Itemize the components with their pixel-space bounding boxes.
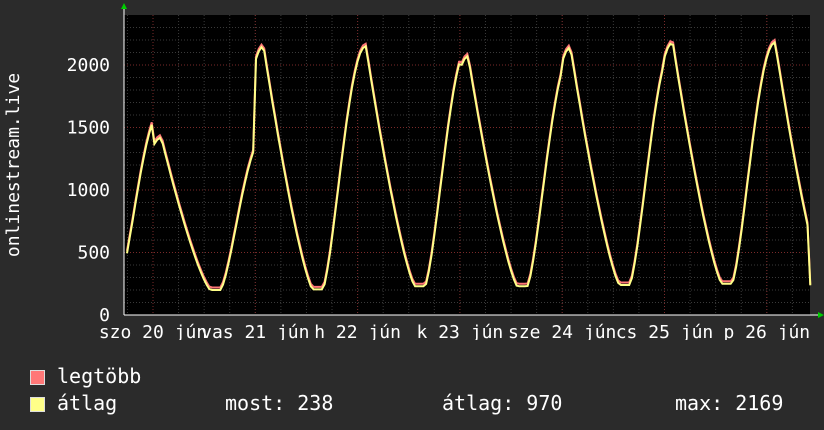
legend-avg: átlag	[30, 391, 117, 415]
y-axis-arrow	[121, 3, 127, 9]
legend-max: legtöbb	[30, 364, 141, 388]
x-tick-label: p 26 jún	[723, 322, 810, 340]
legend-avg-swatch	[30, 397, 45, 412]
legend-max-label: legtöbb	[57, 364, 142, 388]
y-axis-label: onlinestream.live	[3, 73, 24, 257]
y-tick-label: 500	[77, 243, 110, 264]
y-tick-label: 1000	[67, 180, 110, 201]
chart: 0500100015002000szo 20 júnvas 21 jún h 22…	[3, 3, 824, 340]
stat-max: max: 2169	[675, 391, 784, 415]
y-tick-label: 1500	[67, 118, 110, 139]
y-tick-label: 2000	[67, 55, 110, 76]
x-tick-label: szo 20 jún	[99, 322, 207, 340]
legend-max-swatch	[30, 370, 45, 385]
x-tick-label: sze 24 jún	[508, 322, 616, 340]
stat-avg: átlag: 970	[442, 391, 563, 415]
x-tick-label: vas 21 jún	[201, 322, 309, 340]
x-axis-arrow	[818, 312, 824, 318]
stat-now: most: 238	[225, 391, 334, 415]
legend-avg-label: átlag	[57, 391, 118, 415]
x-tick-label: k 23 jún	[417, 322, 504, 340]
x-tick-label: h 22 jún	[314, 322, 401, 340]
x-tick-label: cs 25 jún	[616, 322, 714, 340]
